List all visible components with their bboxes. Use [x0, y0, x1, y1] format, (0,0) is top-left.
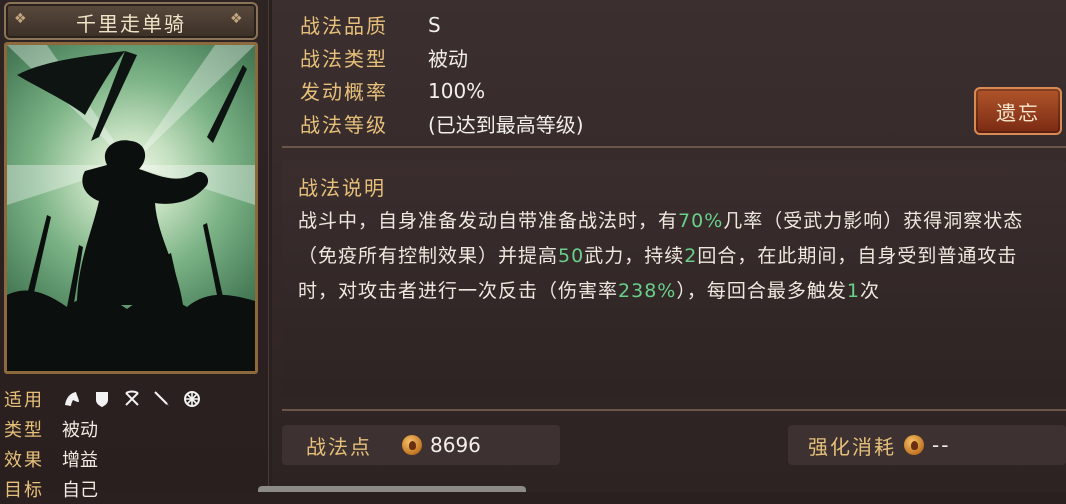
description-highlight: 2 [684, 245, 698, 267]
attr-label: 战法等级 [300, 113, 388, 137]
spear-icon [152, 389, 172, 409]
attr-label: 战法品质 [300, 14, 388, 38]
meta-target-value: 自己 [62, 480, 98, 501]
skill-portrait [4, 42, 258, 374]
description-highlight: 1 [846, 280, 860, 302]
attr-label: 战法类型 [300, 47, 388, 71]
meta-applicable-label: 适用 [4, 390, 44, 411]
unit-type-icons [62, 389, 202, 409]
meta-effect-label: 效果 [4, 450, 44, 471]
skill-title-plate: ❖ 千里走单骑 ❖ [4, 2, 258, 40]
skill-points-panel: 战法点 8696 [282, 425, 560, 465]
attr-label: 发动概率 [300, 80, 388, 104]
enhance-cost-value: -- [932, 433, 951, 457]
skill-attributes: 战法品质 S 战法类型 被动 发动概率 100% 战法等级 (已达到最高等级) [300, 8, 584, 140]
meta-type-label: 类型 [4, 420, 44, 441]
warrior-silhouette-image [7, 45, 255, 371]
skill-points-label: 战法点 [306, 434, 372, 459]
meta-target-label: 目标 [4, 480, 44, 501]
divider [282, 409, 1066, 411]
enhance-cost-label: 强化消耗 [808, 434, 896, 459]
coin-icon [402, 435, 422, 455]
description-segment: 战斗中，自身准备发动自带准备战法时，有 [298, 210, 679, 232]
divider [282, 146, 1066, 148]
description-title: 战法说明 [298, 176, 386, 200]
attr-row-quality: 战法品质 S [300, 8, 584, 41]
attr-row-level: 战法等级 (已达到最高等级) [300, 107, 584, 140]
description-box: 战法说明 战斗中，自身准备发动自带准备战法时，有70%几率（受武力影响）获得洞察… [282, 160, 1066, 396]
skill-meta: 适用 类型 被动 效果 增益 目标 自己 [4, 384, 264, 504]
coin-icon [904, 435, 924, 455]
forget-button[interactable]: 遗忘 [974, 87, 1062, 135]
attr-row-probability: 发动概率 100% [300, 74, 584, 107]
skill-detail-panel: 战法品质 S 战法类型 被动 发动概率 100% 战法等级 (已达到最高等级) … [272, 0, 1066, 492]
attr-value: (已达到最高等级) [428, 113, 584, 137]
shield-icon [92, 389, 112, 409]
attr-row-type: 战法类型 被动 [300, 41, 584, 74]
siege-icon [182, 389, 202, 409]
description-segment: ），每回合最多触发 [676, 280, 847, 302]
archer-icon [122, 389, 142, 409]
skill-points-value: 8696 [430, 433, 481, 457]
skill-name: 千里走单骑 [76, 12, 186, 36]
attr-value: 被动 [428, 47, 468, 71]
description-segment: 武力，持续 [584, 245, 685, 267]
meta-type-row: 类型 被动 [4, 414, 264, 444]
skill-info-panel: ❖ 千里走单骑 ❖ 适用 类型 被动 效果 增益 目标 自己 [0, 0, 269, 501]
attr-value: S [428, 12, 441, 37]
meta-target-row: 目标 自己 [4, 474, 264, 504]
attr-value: 100% [428, 78, 486, 103]
meta-effect-row: 效果 增益 [4, 444, 264, 474]
description-highlight: 238% [618, 280, 677, 302]
description-highlight: 70% [678, 210, 724, 232]
ornament-icon: ❖ [230, 11, 243, 27]
meta-effect-value: 增益 [62, 450, 98, 471]
meta-applicable-row: 适用 [4, 384, 264, 414]
description-highlight: 50 [558, 245, 585, 267]
description-text: 战斗中，自身准备发动自带准备战法时，有70%几率（受武力影响）获得洞察状态（免疫… [298, 204, 1048, 309]
bottom-tab-handle[interactable] [258, 486, 526, 492]
enhance-cost-panel: 强化消耗 -- [788, 425, 1066, 465]
cavalry-icon [62, 389, 82, 409]
description-segment: 次 [859, 280, 880, 302]
meta-type-value: 被动 [62, 420, 98, 441]
